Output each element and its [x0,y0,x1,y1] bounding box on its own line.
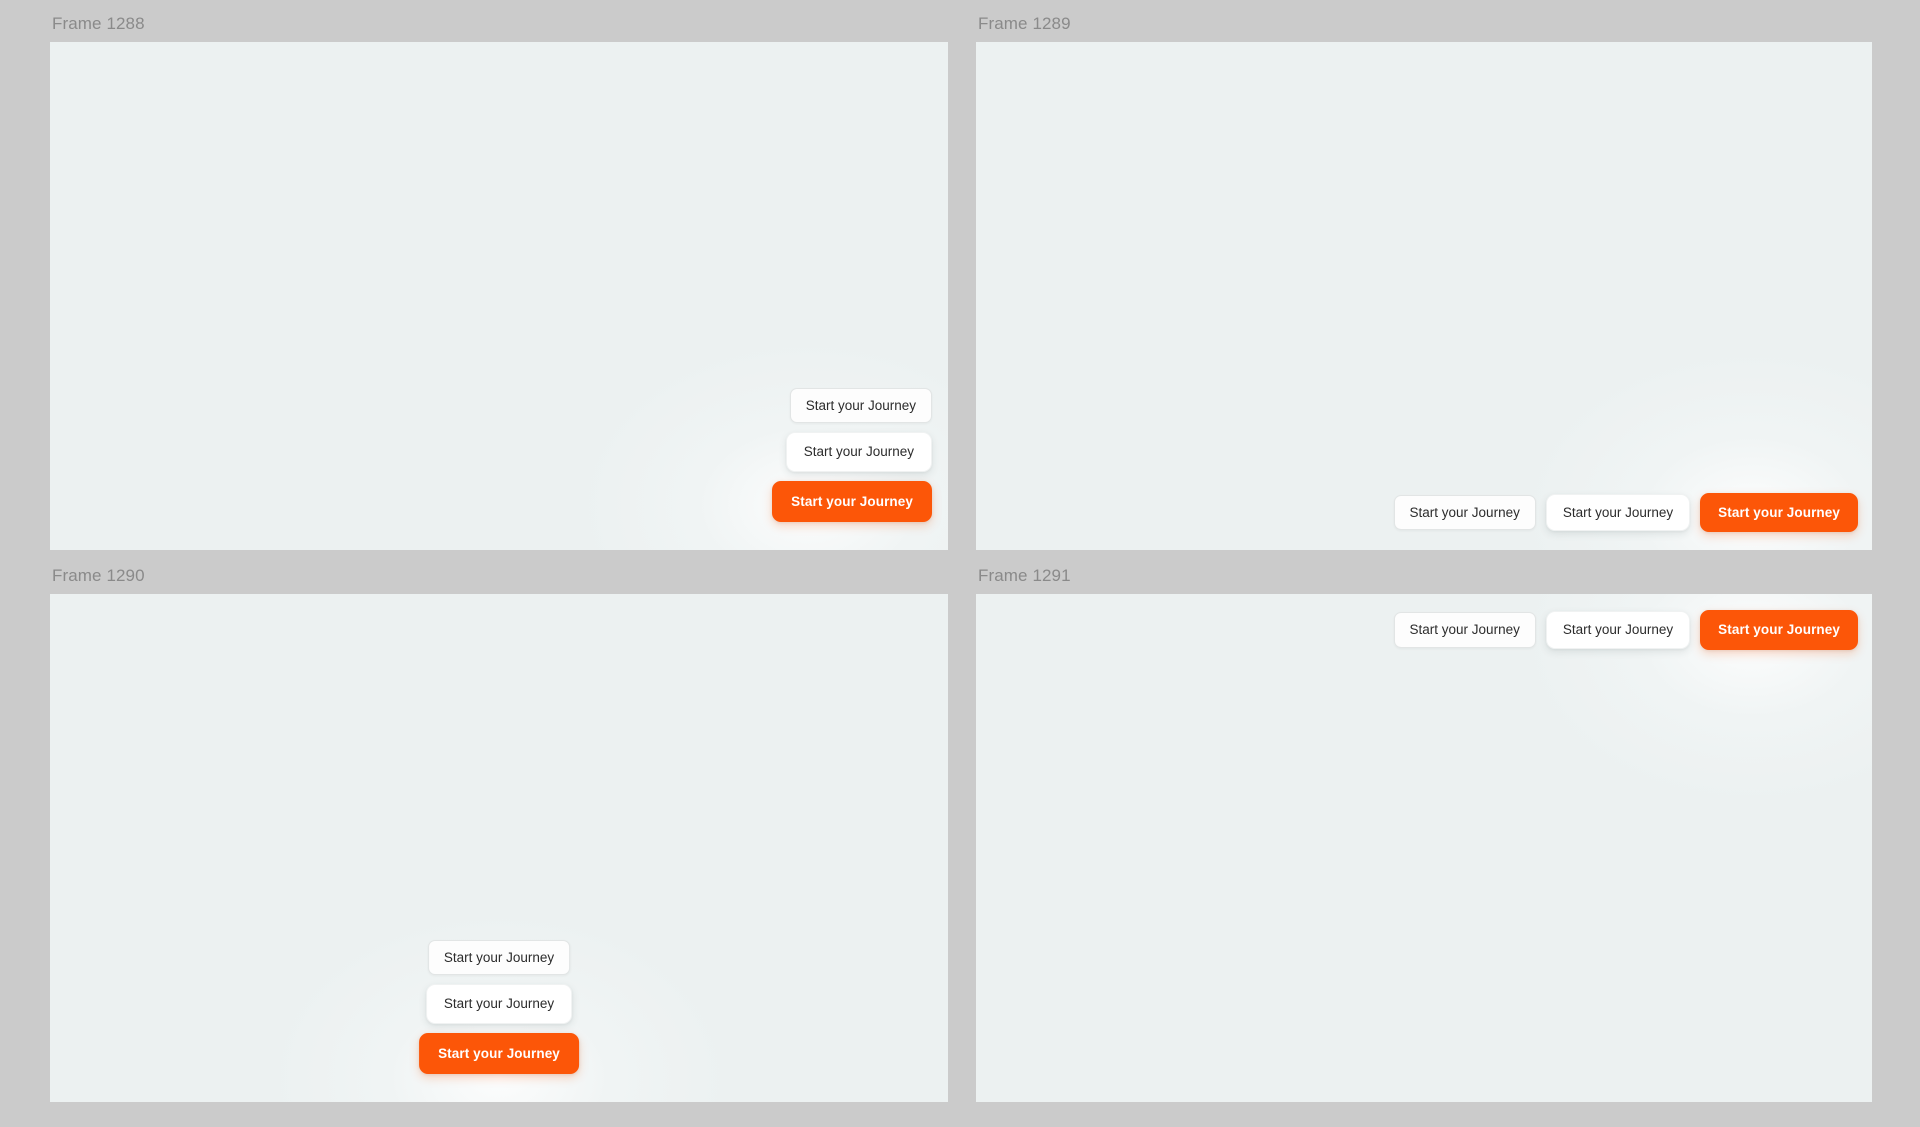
button-cluster-1288: Start your Journey Start your Journey St… [772,387,932,522]
frame-1290[interactable]: Frame 1290 Start your Journey Start your… [50,566,948,1102]
start-journey-button-primary[interactable]: Start your Journey [772,480,932,522]
button-cluster-1289: Start your Journey Start your Journey St… [1393,492,1858,532]
frame-label-1290[interactable]: Frame 1290 [50,566,948,586]
start-journey-button-soft[interactable]: Start your Journey [425,984,573,1024]
start-journey-button-soft[interactable]: Start your Journey [1545,611,1691,649]
button-cluster-1290: Start your Journey Start your Journey St… [419,939,579,1074]
artboard-1288[interactable]: Start your Journey Start your Journey St… [50,42,948,550]
artboard-1290[interactable]: Start your Journey Start your Journey St… [50,594,948,1102]
start-journey-button-outline[interactable]: Start your Journey [427,939,571,975]
start-journey-button-outline[interactable]: Start your Journey [789,387,932,423]
start-journey-button-primary[interactable]: Start your Journey [1700,610,1858,650]
start-journey-button-outline[interactable]: Start your Journey [1393,494,1536,530]
frame-1289[interactable]: Frame 1289 Start your Journey Start your… [976,14,1872,550]
design-canvas: Frame 1288 Start your Journey Start your… [0,0,1920,1127]
artboard-1289[interactable]: Start your Journey Start your Journey St… [976,42,1872,550]
frame-label-1291[interactable]: Frame 1291 [976,566,1872,586]
button-cluster-1291: Start your Journey Start your Journey St… [1393,610,1858,650]
start-journey-button-outline[interactable]: Start your Journey [1393,612,1536,648]
frame-label-1288[interactable]: Frame 1288 [50,14,948,34]
frame-1291[interactable]: Frame 1291 Start your Journey Start your… [976,566,1872,1102]
start-journey-button-primary[interactable]: Start your Journey [1700,492,1858,532]
frame-label-1289[interactable]: Frame 1289 [976,14,1872,34]
start-journey-button-soft[interactable]: Start your Journey [1545,493,1691,531]
start-journey-button-soft[interactable]: Start your Journey [785,432,932,472]
frame-1288[interactable]: Frame 1288 Start your Journey Start your… [50,14,948,550]
start-journey-button-primary[interactable]: Start your Journey [419,1032,579,1074]
artboard-1291[interactable]: Start your Journey Start your Journey St… [976,594,1872,1102]
